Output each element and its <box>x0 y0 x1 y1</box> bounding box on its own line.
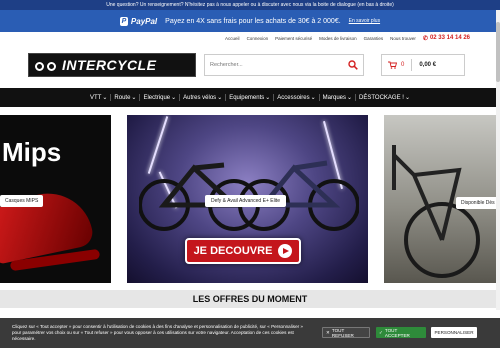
nav-label: DÉSTOCKAGE ! <box>359 94 404 101</box>
chevron-down-icon: ⌄ <box>347 95 353 101</box>
nav-item-accessoires[interactable]: Accessoires ⌄ <box>274 94 320 101</box>
chevron-down-icon: ⌄ <box>404 95 410 101</box>
cart-total: 0,00 € <box>419 62 437 68</box>
slide-road-label[interactable]: Disponible Dès <box>456 197 500 209</box>
paypal-learn-more-link[interactable]: En savoir plus <box>349 18 380 24</box>
paypal-banner[interactable]: P PayPal Payez en 4X sans frais pour les… <box>0 10 500 32</box>
chevron-down-icon: ⌄ <box>310 95 316 101</box>
nav-item-autres-velos[interactable]: Autres vélos ⌄ <box>180 94 227 101</box>
customize-label: PERSONNALISER <box>434 330 474 335</box>
nav-label: VTT <box>90 94 102 101</box>
chevron-down-icon: ⌄ <box>265 95 271 101</box>
nav-item-route[interactable]: Route ⌄ <box>111 94 141 101</box>
cart-button[interactable]: 0 0,00 € <box>381 54 465 76</box>
util-link-livraison[interactable]: Modes de livraison <box>319 36 357 41</box>
logo-text: INTERCYCLE <box>62 57 157 73</box>
slide-giant-e-bikes[interactable]: Defy & Avail Advanced E+ Elite JE DECOUV… <box>127 115 368 283</box>
paypal-brand: PayPal <box>130 16 158 26</box>
chevron-down-icon: ⌄ <box>171 95 177 101</box>
phone-number: 02 33 14 14 26 <box>429 35 470 41</box>
util-link-connexion[interactable]: Connexion <box>247 36 269 41</box>
refuse-all-button[interactable]: ✕ TOUT REFUSER <box>322 327 370 338</box>
offers-section-header: LES OFFRES DU MOMENT <box>0 290 500 308</box>
util-link-paiement[interactable]: Paiement sécurisé <box>275 36 312 41</box>
nav-item-destockage[interactable]: DÉSTOCKAGE ! ⌄ <box>356 94 413 102</box>
discover-button[interactable]: JE DECOUVRE <box>185 238 301 264</box>
info-banner-text: Une question? Un renseignement? N'hésite… <box>106 2 394 8</box>
cookie-text: Cliquez sur « Tout accepter » pour conse… <box>12 324 303 341</box>
nav-item-vtt[interactable]: VTT ⌄ <box>87 94 112 101</box>
hero-slider: Mips Casques MIPS Defy & Avail Advanced … <box>0 115 500 283</box>
search-input[interactable] <box>205 55 343 75</box>
slide-mips-title: Mips <box>2 137 62 167</box>
bikes-image <box>139 160 359 231</box>
nav-label: Autres vélos <box>183 94 217 101</box>
search-icon <box>348 60 358 70</box>
slide-mips-label[interactable]: Casques MIPS <box>0 195 44 207</box>
scrollbar-thumb[interactable] <box>496 22 500 82</box>
chevron-down-icon: ⌄ <box>217 95 223 101</box>
check-icon: ✓ <box>379 329 383 335</box>
cookie-banner: Cliquez sur « Tout accepter » pour conse… <box>0 318 500 348</box>
phone-contact[interactable]: ✆ 02 33 14 14 26 <box>423 35 470 42</box>
util-link-accueil[interactable]: Accueil <box>225 36 240 41</box>
refuse-all-label: TOUT REFUSER <box>331 327 354 338</box>
chevron-down-icon: ⌄ <box>102 95 108 101</box>
accept-all-button[interactable]: ✓ TOUT ACCEPTER <box>376 327 426 338</box>
info-banner: Une question? Un renseignement? N'hésite… <box>0 0 500 10</box>
nav-label: Electrique <box>143 94 171 101</box>
utility-links: Accueil Connexion Paiement sécurisé Mode… <box>0 32 500 44</box>
search-box <box>204 54 364 76</box>
bike-logo-icon <box>35 58 57 72</box>
page-scrollbar[interactable] <box>496 10 500 310</box>
nav-label: Equipements <box>229 94 265 101</box>
customize-button[interactable]: PERSONNALISER <box>431 327 477 338</box>
util-link-garanties[interactable]: Garanties <box>364 36 384 41</box>
cart-icon <box>388 61 397 69</box>
slide-road-bike[interactable]: Disponible Dès <box>384 115 500 283</box>
search-button[interactable] <box>343 55 363 75</box>
nav-item-marques[interactable]: Marques ⌄ <box>320 94 357 101</box>
nav-label: Route <box>114 94 131 101</box>
play-icon <box>278 244 293 258</box>
site-logo[interactable]: INTERCYCLE <box>28 53 196 77</box>
paypal-logo: P PayPal <box>119 16 158 26</box>
accept-all-label: TOUT ACCEPTER <box>384 327 410 338</box>
cart-divider <box>411 59 413 71</box>
phone-icon: ✆ <box>422 35 428 42</box>
nav-item-electrique[interactable]: Electrique ⌄ <box>140 94 181 101</box>
offers-title: LES OFFRES DU MOMENT <box>192 294 308 304</box>
paypal-offer-text: Payez en 4X sans frais pour les achats d… <box>165 17 341 25</box>
main-nav: VTT ⌄ Route ⌄ Electrique ⌄ Autres vélos ⌄ Eq… <box>0 88 500 107</box>
slide-mips[interactable]: Mips Casques MIPS <box>0 115 111 283</box>
nav-label: Accessoires <box>277 94 310 101</box>
slide-giant-label[interactable]: Defy & Avail Advanced E+ Elite <box>205 195 286 207</box>
site-header: INTERCYCLE 0 0,00 € <box>0 44 500 88</box>
chevron-down-icon: ⌄ <box>131 95 137 101</box>
nav-item-equipements[interactable]: Equipements ⌄ <box>226 94 275 101</box>
util-link-nous-trouver[interactable]: Nous trouver <box>390 36 416 41</box>
close-icon: ✕ <box>326 329 330 335</box>
nav-label: Marques <box>322 94 346 101</box>
paypal-icon: P <box>119 16 128 26</box>
discover-button-label: JE DECOUVRE <box>193 245 273 257</box>
cart-count: 0 <box>401 62 405 68</box>
